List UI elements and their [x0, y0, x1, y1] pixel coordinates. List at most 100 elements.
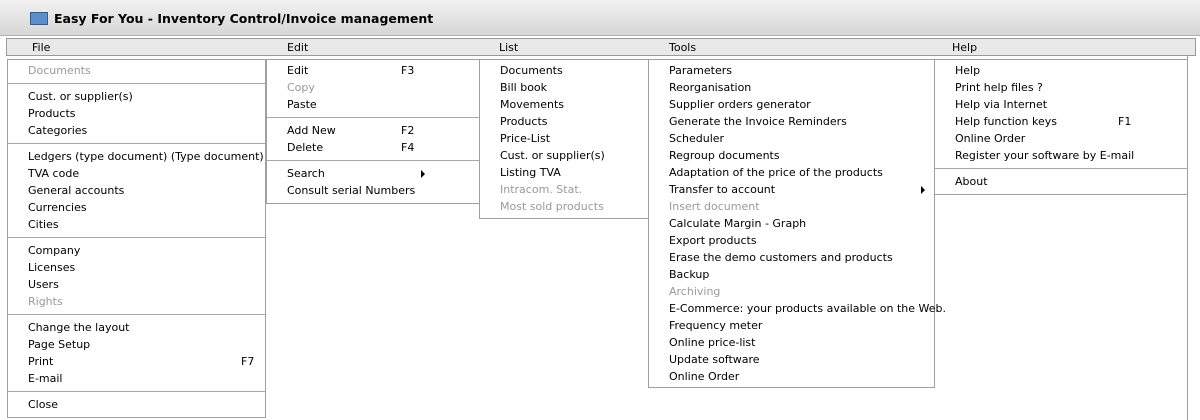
- menu-item-label: Generate the Invoice Reminders: [669, 115, 847, 128]
- list-menu-item-products[interactable]: Products: [480, 113, 648, 130]
- file-menu-item-rights: Rights: [8, 293, 265, 310]
- menu-item-label: Help function keys: [955, 115, 1057, 128]
- tools-menu-item-adaptation-of-the-price-of-the-products[interactable]: Adaptation of the price of the products: [649, 164, 934, 181]
- file-menu-item-products[interactable]: Products: [8, 105, 265, 122]
- list-menu-item-price-list[interactable]: Price-List: [480, 130, 648, 147]
- tools-menu-item-supplier-orders-generator[interactable]: Supplier orders generator: [649, 96, 934, 113]
- list-menu-item-cust-or-supplier-s[interactable]: Cust. or supplier(s): [480, 147, 648, 164]
- tools-menu-item-reorganisation[interactable]: Reorganisation: [649, 79, 934, 96]
- tools-menu-item-erase-the-demo-customers-and-products[interactable]: Erase the demo customers and products: [649, 249, 934, 266]
- menu-edit[interactable]: Edit: [287, 41, 308, 54]
- menu-item-label: Insert document: [669, 200, 760, 213]
- tools-menu-item-online-order[interactable]: Online Order: [649, 368, 934, 385]
- file-menu-item-general-accounts[interactable]: General accounts: [8, 182, 265, 199]
- menu-item-label: Erase the demo customers and products: [669, 251, 893, 264]
- menu-item-label: Calculate Margin - Graph: [669, 217, 807, 230]
- menu-item-label: E-Commerce: your products available on t…: [669, 302, 946, 315]
- file-menu-item-cust-or-supplier-s[interactable]: Cust. or supplier(s): [8, 88, 265, 105]
- edit-menu-item-consult-serial-numbers[interactable]: Consult serial Numbers: [267, 182, 479, 199]
- file-menu-item-categories[interactable]: Categories: [8, 122, 265, 139]
- menu-list[interactable]: List: [499, 41, 518, 54]
- menu-item-label: Online Order: [669, 370, 740, 383]
- tools-dropdown: Parameters Reorganisation Supplier orders …: [648, 59, 946, 388]
- menu-item-label: Update software: [669, 353, 760, 366]
- file-menu-item-ledgers-type-document-type-document[interactable]: Ledgers (type document) (Type document): [8, 148, 265, 165]
- list-menu-item-intracom-stat: Intracom. Stat.: [480, 181, 648, 198]
- menu-item-label: Scheduler: [669, 132, 725, 145]
- menu-item-label: Company: [28, 244, 81, 257]
- tools-menu-item-scheduler[interactable]: Scheduler: [649, 130, 934, 147]
- file-menu-item-licenses[interactable]: Licenses: [8, 259, 265, 276]
- list-menu-item-listing-tva[interactable]: Listing TVA: [480, 164, 648, 181]
- file-menu-item-users[interactable]: Users: [8, 276, 265, 293]
- file-menu-item-currencies[interactable]: Currencies: [8, 199, 265, 216]
- tools-menu-item-backup[interactable]: Backup: [649, 266, 934, 283]
- file-menu-item-e-mail[interactable]: E-mail: [8, 370, 265, 387]
- file-menu-item-company[interactable]: Company: [8, 242, 265, 259]
- tools-menu-item-regroup-documents[interactable]: Regroup documents: [649, 147, 934, 164]
- menu-item-label: About: [955, 175, 988, 188]
- file-menu-item-page-setup[interactable]: Page Setup: [8, 336, 265, 353]
- edit-menu-separator: [267, 160, 479, 161]
- menu-item-label: Paste: [287, 98, 317, 111]
- menu-item-label: Movements: [500, 98, 564, 111]
- menu-item-label: Cust. or supplier(s): [28, 90, 133, 103]
- menu-item-label: Export products: [669, 234, 757, 247]
- menu-item-label: Regroup documents: [669, 149, 780, 162]
- menu-item-label: Reorganisation: [669, 81, 752, 94]
- menu-item-label: Transfer to account: [669, 183, 776, 196]
- file-menu-separator: [8, 314, 265, 315]
- edit-menu-item-paste[interactable]: Paste: [267, 96, 479, 113]
- list-menu-item-bill-book[interactable]: Bill book: [480, 79, 648, 96]
- file-menu-separator: [8, 237, 265, 238]
- edit-menu-item-edit[interactable]: Edit F3: [267, 62, 479, 79]
- tools-menu-item-online-price-list[interactable]: Online price-list: [649, 334, 934, 351]
- list-menu-item-documents[interactable]: Documents: [480, 62, 648, 79]
- tools-menu-item-generate-the-invoice-reminders[interactable]: Generate the Invoice Reminders: [649, 113, 934, 130]
- file-menu-item-tva-code[interactable]: TVA code: [8, 165, 265, 182]
- help-menu-item-print-help-files[interactable]: Print help files ?: [935, 79, 1187, 96]
- help-menu-item-help-via-internet[interactable]: Help via Internet: [935, 96, 1187, 113]
- help-dropdown: Help Print help files ? Help via Internet H…: [934, 59, 1188, 195]
- edit-menu-item-search[interactable]: Search: [267, 165, 479, 182]
- menu-item-label: Search: [287, 167, 325, 180]
- tools-menu-item-update-software[interactable]: Update software: [649, 351, 934, 368]
- menu-item-label: General accounts: [28, 184, 125, 197]
- help-menu-item-online-order[interactable]: Online Order: [935, 130, 1187, 147]
- file-menu-item-cities[interactable]: Cities: [8, 216, 265, 233]
- menu-item-shortcut: F4: [401, 141, 415, 154]
- file-menu-item-change-the-layout[interactable]: Change the layout: [8, 319, 265, 336]
- edit-menu-item-delete[interactable]: Delete F4: [267, 139, 479, 156]
- menu-item-label: Page Setup: [28, 338, 91, 351]
- tools-menu-item-calculate-margin-graph[interactable]: Calculate Margin - Graph: [649, 215, 934, 232]
- menu-item-label: Consult serial Numbers: [287, 184, 416, 197]
- tools-menu-item-parameters[interactable]: Parameters: [649, 62, 934, 79]
- help-menu-item-help-function-keys[interactable]: Help function keys F1: [935, 113, 1187, 130]
- menu-tools[interactable]: Tools: [669, 41, 696, 54]
- menu-file[interactable]: File: [32, 41, 50, 54]
- help-menu-item-about[interactable]: About: [935, 173, 1187, 190]
- menu-item-label: Rights: [28, 295, 63, 308]
- edit-menu-item-add-new[interactable]: Add New F2: [267, 122, 479, 139]
- file-menu-separator: [8, 143, 265, 144]
- help-menu-item-register-your-software-by-e-mail[interactable]: Register your software by E-mail: [935, 147, 1187, 164]
- file-menu-item-documents: Documents: [8, 62, 265, 79]
- list-menu-item-movements[interactable]: Movements: [480, 96, 648, 113]
- menu-item-label: Archiving: [669, 285, 721, 298]
- tools-menu-item-transfer-to-account[interactable]: Transfer to account: [649, 181, 934, 198]
- menu-help[interactable]: Help: [952, 41, 977, 54]
- help-menu-item-help[interactable]: Help: [935, 62, 1187, 79]
- tools-menu-item-frequency-meter[interactable]: Frequency meter: [649, 317, 934, 334]
- menu-item-label: Online price-list: [669, 336, 756, 349]
- tools-menu-item-export-products[interactable]: Export products: [649, 232, 934, 249]
- title-bar: Easy For You - Inventory Control/Invoice…: [0, 0, 1200, 36]
- file-menu-item-close[interactable]: Close: [8, 396, 265, 413]
- menu-item-label: Register your software by E-mail: [955, 149, 1135, 162]
- menu-item-label: Frequency meter: [669, 319, 763, 332]
- menu-bar: File Edit List Tools Help: [6, 38, 1196, 56]
- tools-menu-item-e-commerce-your-products-available-on-the-web[interactable]: E-Commerce: your products available on t…: [649, 300, 946, 317]
- menu-item-label: Licenses: [28, 261, 76, 274]
- help-menu-separator: [935, 168, 1187, 169]
- submenu-arrow-icon: [421, 170, 425, 178]
- file-menu-item-print[interactable]: Print F7: [8, 353, 265, 370]
